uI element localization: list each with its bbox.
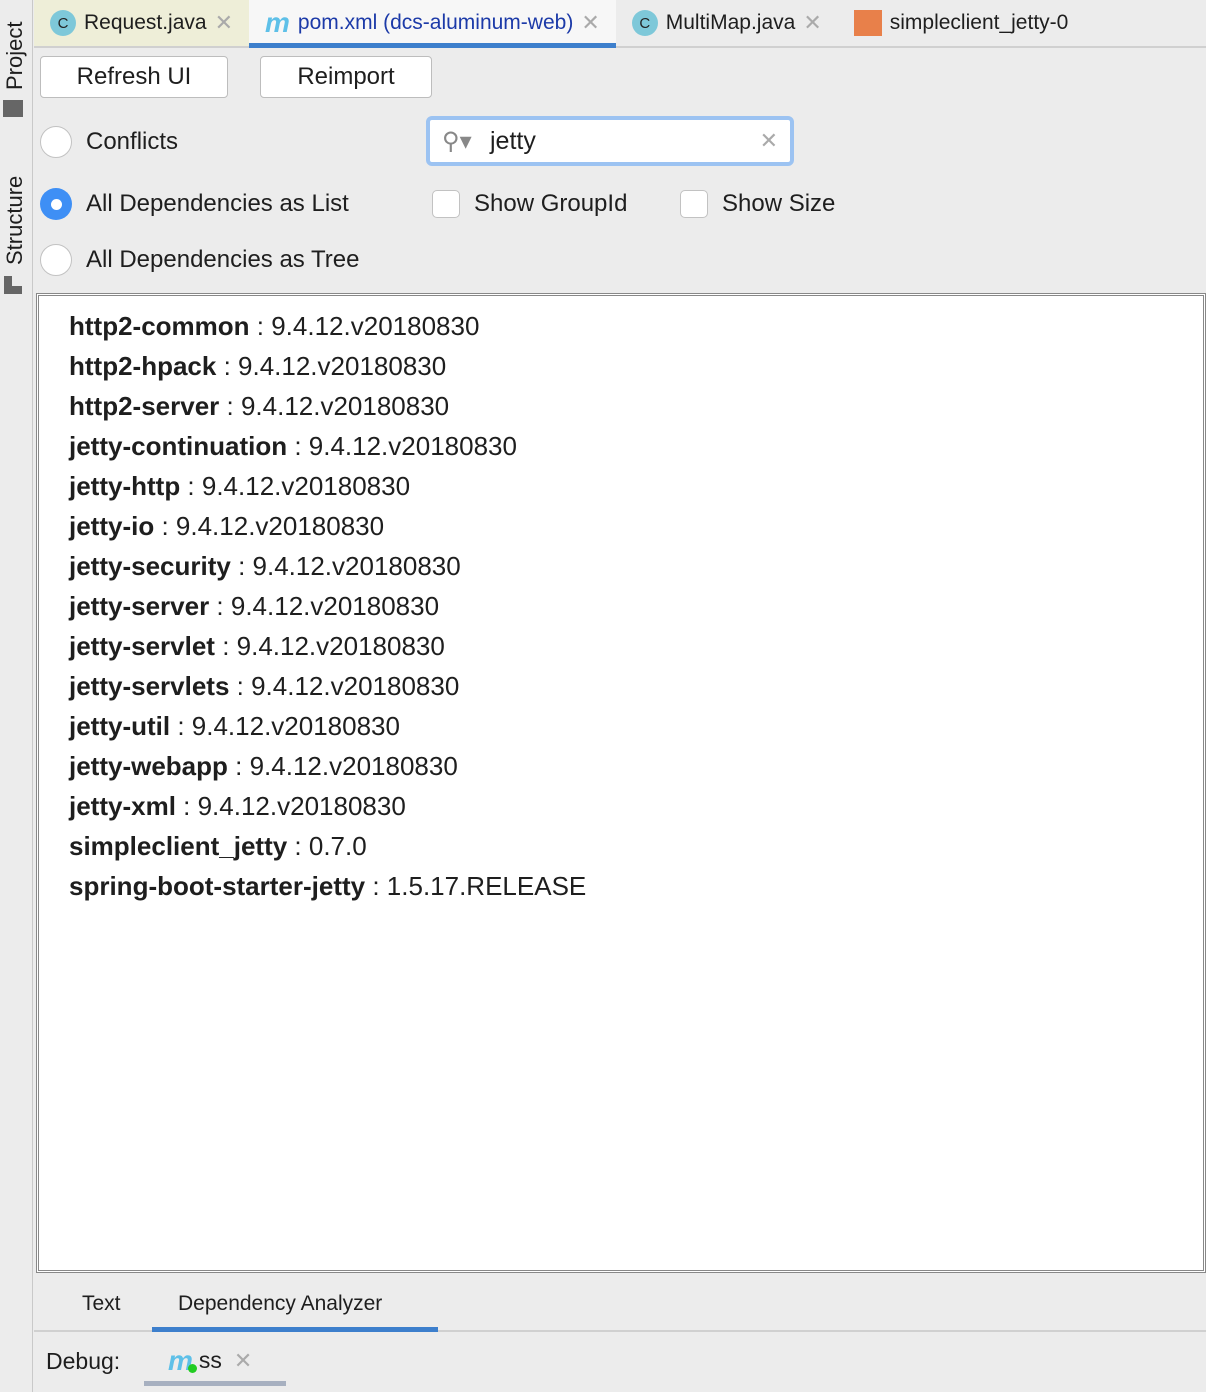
version: 9.4.12.v20180830 [201,471,411,501]
radio-label: All Dependencies as Tree [86,246,360,273]
search-icon: ⚲▾ [442,127,472,155]
artifact-id: jetty-util [69,711,171,741]
version: 9.4.12.v20180830 [197,791,406,821]
dependency-item[interactable]: jetty-xml : 9.4.12.v20180830 [69,786,1203,826]
version: 9.4.12.v20180830 [251,671,460,701]
radio-icon[interactable] [40,126,72,158]
artifact-id: spring-boot-starter-jetty [69,871,366,901]
dependency-item[interactable]: http2-server : 9.4.12.v20180830 [69,386,1203,426]
version: 0.7.0 [308,831,367,861]
version: 9.4.12.v20180830 [308,431,517,461]
active-tab-indicator [152,1327,438,1332]
close-icon[interactable]: ✕ [234,1348,252,1374]
artifact-id: http2-hpack [69,351,217,381]
version: 9.4.12.v20180830 [191,711,400,741]
session-label: ss [198,1347,222,1373]
tab-label: simpleclient_jetty-0 [889,11,1069,34]
show-size-checkbox[interactable]: Show Size [680,190,835,218]
debug-bar: Debug: m ss ✕ [34,1334,1206,1392]
tab-text[interactable]: Text [82,1292,121,1316]
version: 9.4.12.v20180830 [249,751,458,781]
tab-dependency-analyzer[interactable]: Dependency Analyzer [178,1292,382,1316]
tab-label: MultiMap.java [665,11,796,34]
version: 1.5.17.RELEASE [386,871,587,901]
version: 9.4.12.v20180830 [230,591,440,621]
editor-tabs: C Request.java ✕ m pom.xml (dcs-aluminum-we… [34,0,1206,48]
folder-icon [3,100,23,117]
maven-icon: m [265,7,290,38]
radio-label: Conflicts [86,128,179,155]
dependency-item[interactable]: jetty-server : 9.4.12.v20180830 [69,586,1203,626]
project-tool-button[interactable]: Project [2,22,28,90]
tab-pom-xml[interactable]: m pom.xml (dcs-aluminum-web) ✕ [249,0,616,48]
artifact-id: http2-common [69,311,250,341]
dependency-item[interactable]: jetty-continuation : 9.4.12.v20180830 [69,426,1203,466]
tab-simpleclient-jetty[interactable]: simpleclient_jetty-0 [838,0,1085,46]
checkbox-icon[interactable] [680,190,708,218]
close-icon[interactable]: ✕ [803,10,821,36]
dependency-item[interactable]: spring-boot-starter-jetty : 1.5.17.RELEA… [69,866,1203,906]
show-groupid-checkbox[interactable]: Show GroupId [432,190,627,218]
checkbox-icon[interactable] [432,190,460,218]
search-value: jetty [490,126,536,155]
dependency-list[interactable]: http2-common : 9.4.12.v20180830 http2-hpa… [36,293,1206,1273]
version: 9.4.12.v20180830 [236,631,445,661]
reimport-button[interactable]: Reimport [260,56,432,98]
dependency-item[interactable]: jetty-webapp : 9.4.12.v20180830 [69,746,1203,786]
dependency-item[interactable]: jetty-security : 9.4.12.v20180830 [69,546,1203,586]
artifact-id: jetty-security [69,551,231,581]
artifact-id: jetty-server [69,591,210,621]
list-radio[interactable]: All Dependencies as List [40,188,349,220]
radio-icon[interactable] [40,244,72,276]
editor-bottom-tabs: Text Dependency Analyzer [34,1276,1206,1332]
conflicts-radio[interactable]: Conflicts [40,126,178,158]
artifact-id: jetty-servlets [69,671,230,701]
version: 9.4.12.v20180830 [271,311,480,341]
checkbox-label: Show GroupId [474,190,628,217]
version: 9.4.12.v20180830 [238,351,447,381]
version: 9.4.12.v20180830 [252,551,461,581]
version: 9.4.12.v20180830 [175,511,385,541]
artifact-id: jetty-xml [69,791,176,821]
tree-radio[interactable]: All Dependencies as Tree [40,244,360,276]
dependency-item[interactable]: jetty-servlets : 9.4.12.v20180830 [69,666,1203,706]
dependency-item[interactable]: http2-hpack : 9.4.12.v20180830 [69,346,1203,386]
tab-label: Request.java [84,11,207,34]
search-input[interactable]: ⚲▾ jetty ✕ [426,116,794,166]
debug-label: Debug: [46,1348,121,1374]
refresh-ui-button[interactable]: Refresh UI [40,56,228,98]
dependency-item[interactable]: simpleclient_jetty : 0.7.0 [69,826,1203,866]
artifact-id: jetty-io [69,511,155,541]
debug-session-tab[interactable]: m ss ✕ [144,1340,286,1386]
artifact-id: http2-server [69,391,220,421]
dependency-item[interactable]: jetty-servlet : 9.4.12.v20180830 [69,626,1203,666]
tab-multimap-java[interactable]: C MultiMap.java ✕ [616,0,838,46]
radio-label: All Dependencies as List [86,190,349,217]
xml-file-icon [853,10,882,36]
close-icon[interactable]: ✕ [581,10,599,36]
structure-tool-button[interactable]: Structure [2,176,28,265]
dependency-item[interactable]: jetty-io : 9.4.12.v20180830 [69,506,1203,546]
tool-window-sidebar: Project Structure [0,0,33,1392]
radio-selected-icon[interactable] [40,188,72,220]
artifact-id: jetty-servlet [69,631,215,661]
class-icon: C [631,10,658,36]
class-icon: C [50,10,76,36]
tab-label: pom.xml (dcs-aluminum-web) [297,11,574,34]
clear-icon[interactable]: ✕ [760,128,778,154]
checkbox-label: Show Size [722,190,836,217]
dependency-item[interactable]: jetty-http : 9.4.12.v20180830 [69,466,1203,506]
artifact-id: jetty-webapp [69,751,228,781]
structure-icon [4,276,22,294]
dependency-item[interactable]: jetty-util : 9.4.12.v20180830 [69,706,1203,746]
artifact-id: jetty-http [69,471,181,501]
dependency-item[interactable]: http2-common : 9.4.12.v20180830 [69,306,1203,346]
artifact-id: simpleclient_jetty [69,831,288,861]
artifact-id: jetty-continuation [69,431,288,461]
tab-request-java[interactable]: C Request.java ✕ [34,0,250,46]
version: 9.4.12.v20180830 [240,391,450,421]
maven-run-icon: m [168,1345,197,1377]
close-icon[interactable]: ✕ [215,10,233,36]
